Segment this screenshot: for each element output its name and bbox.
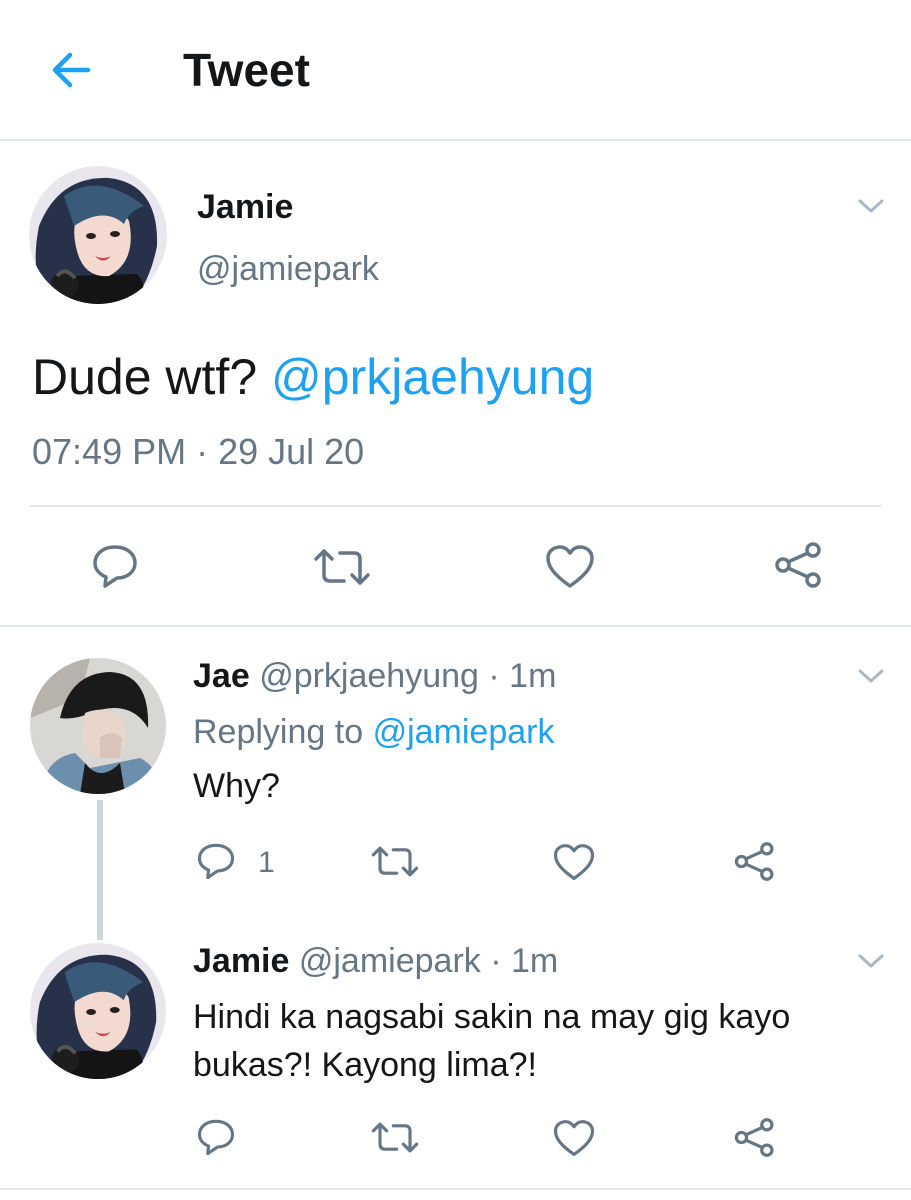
replying-to-label: Replying to bbox=[193, 713, 364, 751]
tweet-text: Dude wtf? @prkjaehyung bbox=[32, 347, 594, 407]
reply-time: · 1m bbox=[488, 657, 557, 695]
reply-text-line: Hindi ka nagsabi sakin na may gig kayo bbox=[193, 998, 791, 1036]
avatar[interactable] bbox=[30, 658, 166, 794]
author-handle[interactable]: @jamiepark bbox=[299, 942, 481, 980]
reply-icon bbox=[197, 843, 235, 880]
reply-count: 1 bbox=[258, 846, 275, 879]
tweet-menu-button[interactable] bbox=[856, 666, 886, 686]
tweet-menu-button[interactable] bbox=[856, 951, 886, 971]
section-divider bbox=[0, 625, 911, 627]
retweet-icon bbox=[314, 549, 370, 585]
like-icon bbox=[546, 545, 594, 588]
page-title: Tweet bbox=[183, 44, 310, 96]
bottom-divider bbox=[0, 1188, 911, 1190]
author-handle[interactable]: @prkjaehyung bbox=[259, 657, 479, 695]
tweet-menu-button[interactable] bbox=[856, 196, 886, 216]
arrow-left-icon bbox=[52, 52, 91, 88]
retweet-button[interactable] bbox=[312, 545, 372, 589]
like-button[interactable] bbox=[553, 1119, 595, 1158]
share-icon bbox=[734, 1118, 774, 1157]
author-name[interactable]: Jamie bbox=[197, 186, 293, 228]
retweet-button[interactable] bbox=[370, 843, 420, 880]
back-button[interactable] bbox=[48, 48, 94, 92]
author-name[interactable]: Jae bbox=[193, 657, 250, 695]
retweet-icon bbox=[371, 1122, 419, 1153]
retweet-button[interactable] bbox=[370, 1119, 420, 1156]
avatar[interactable] bbox=[29, 166, 167, 304]
reply-text-line: bukas?! Kayong lima?! bbox=[193, 1046, 537, 1084]
share-button[interactable] bbox=[733, 841, 777, 882]
share-icon bbox=[775, 542, 821, 588]
like-icon bbox=[553, 844, 595, 881]
reply-text: Why? bbox=[193, 767, 280, 805]
top-bar bbox=[0, 0, 911, 141]
chevron-down-icon bbox=[858, 954, 884, 968]
author-name[interactable]: Jamie bbox=[193, 942, 289, 980]
reply-header: Jamie @jamiepark · 1m bbox=[193, 940, 558, 982]
like-button[interactable] bbox=[553, 843, 595, 882]
reply-icon bbox=[93, 545, 137, 588]
share-button[interactable] bbox=[733, 1117, 777, 1158]
thread-line bbox=[97, 800, 103, 940]
mention-link[interactable]: @jamiepark bbox=[373, 713, 555, 751]
reply-button[interactable] bbox=[91, 543, 139, 589]
reply-button[interactable] bbox=[196, 1118, 236, 1156]
reply-icon bbox=[197, 1119, 235, 1156]
mention-link[interactable]: @prkjaehyung bbox=[271, 349, 594, 405]
reply-time: · 1m bbox=[490, 942, 559, 980]
avatar[interactable] bbox=[30, 943, 166, 1079]
share-icon bbox=[734, 842, 774, 881]
tweet-timestamp: 07:49 PM · 29 Jul 20 bbox=[32, 431, 365, 472]
author-handle[interactable]: @jamiepark bbox=[197, 248, 379, 290]
replying-to: Replying to @jamiepark bbox=[193, 711, 554, 753]
tweet-body: Dude wtf? bbox=[32, 349, 258, 405]
reply-text: Hindi ka nagsabi sakin na may gig kayo b… bbox=[193, 993, 790, 1089]
divider bbox=[30, 505, 881, 507]
reply-button[interactable] bbox=[196, 842, 236, 880]
reply-header: Jae @prkjaehyung · 1m bbox=[193, 655, 556, 697]
retweet-icon bbox=[371, 846, 419, 877]
share-button[interactable] bbox=[773, 541, 825, 589]
chevron-down-icon bbox=[858, 199, 884, 213]
chevron-down-icon bbox=[858, 669, 884, 683]
like-button[interactable] bbox=[545, 544, 595, 590]
like-icon bbox=[553, 1120, 595, 1157]
